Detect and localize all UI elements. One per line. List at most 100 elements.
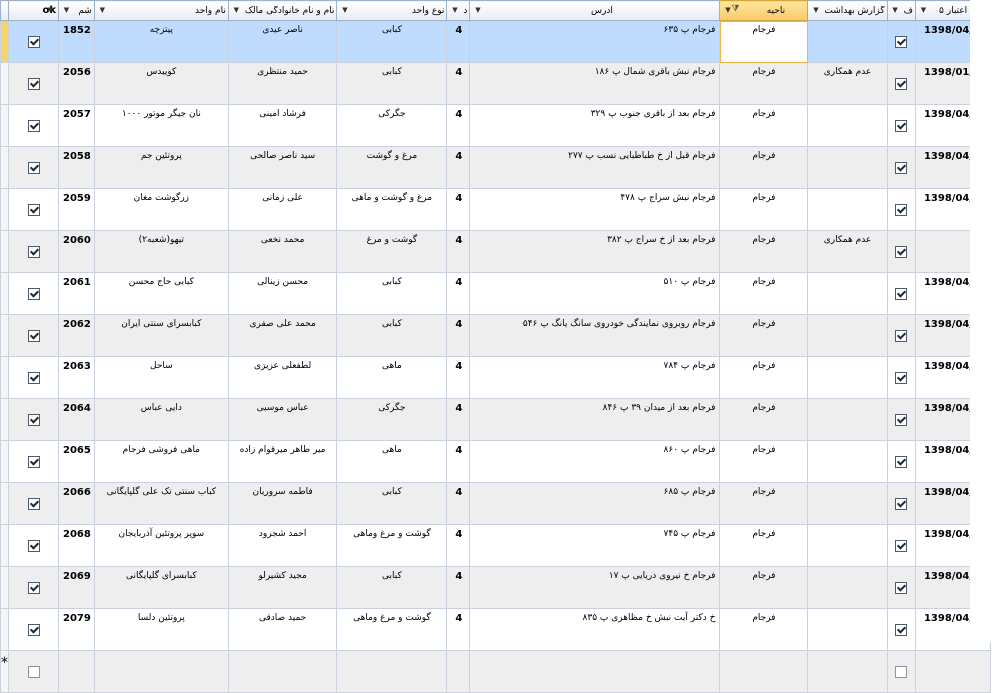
address-cell[interactable]: خ دکتر آیت نبش خ مظاهری پ ۸۳۵ [469, 608, 721, 651]
owner-cell[interactable]: فاطمه سروریان [227, 482, 338, 525]
address-cell[interactable]: فرجام روبروی نمایندگی خودروی سانگ یانگ پ… [469, 314, 721, 357]
area-cell[interactable]: فرجام [719, 146, 809, 189]
flag-checkbox[interactable] [895, 539, 908, 552]
column-header-unit-name[interactable]: ▼ نام واحد [93, 0, 229, 21]
area-cell[interactable]: فرجام [719, 524, 809, 567]
unit-type-cell[interactable]: ماهی [336, 440, 448, 483]
id-cell[interactable]: 2062 [58, 314, 95, 357]
id-cell[interactable]: 2065 [58, 440, 95, 483]
record-selector[interactable] [0, 608, 9, 651]
flag-checkbox[interactable] [895, 581, 908, 594]
unit-name-cell[interactable]: کبابی حاج محسن [93, 272, 229, 315]
id-cell[interactable]: 2060 [58, 230, 95, 273]
new-record-row[interactable]: * [0, 650, 991, 693]
table-row[interactable]: 2060 تیهو(شعبه۲) محمد نخعی گوشت و مرغ 4 فرجام… [0, 230, 991, 273]
area-cell[interactable]: فرجام [719, 62, 809, 105]
ok-cell[interactable] [8, 20, 59, 63]
empty-cell[interactable] [469, 650, 721, 693]
ok-checkbox[interactable] [27, 665, 40, 678]
owner-cell[interactable]: عباس موسیی [227, 398, 338, 441]
record-selector[interactable] [0, 20, 9, 63]
ok-cell[interactable] [8, 188, 59, 231]
unit-type-cell[interactable]: کبابی [336, 62, 448, 105]
report-cell[interactable]: عدم همکاری [807, 230, 888, 273]
unit-type-cell[interactable]: گوشت و مرغ وماهی [336, 608, 448, 651]
chevron-down-icon[interactable]: ▼ [890, 4, 901, 15]
flag-cell[interactable] [886, 356, 916, 399]
ok-cell[interactable] [8, 272, 59, 315]
table-row[interactable]: 2059 زرگوشت مغان علی زمانی مرغ و گوشت و ماه… [0, 188, 991, 231]
ok-checkbox[interactable] [27, 329, 40, 342]
id-cell[interactable]: 2058 [58, 146, 95, 189]
owner-cell[interactable]: میر طاهر میرقوام زاده [227, 440, 338, 483]
area-cell[interactable]: فرجام [719, 482, 809, 525]
ok-checkbox[interactable] [27, 371, 40, 384]
unit-type-cell[interactable]: مرغ و گوشت و ماهی [336, 188, 448, 231]
ok-checkbox[interactable] [27, 287, 40, 300]
column-header-grade[interactable]: ▼ د [446, 0, 471, 21]
column-header-number[interactable]: ▼ شم [58, 0, 95, 21]
id-cell[interactable]: 2056 [58, 62, 95, 105]
unit-name-cell[interactable]: کبابسرای سنتی ایران [93, 314, 229, 357]
record-selector[interactable] [0, 398, 9, 441]
table-row[interactable]: 2058 پروتئین جم سید ناصر صالحی مرغ و گوشت 4 ف… [0, 146, 991, 189]
report-cell[interactable] [807, 188, 888, 231]
unit-type-cell[interactable]: کبابی [336, 314, 448, 357]
grade-cell[interactable]: 4 [446, 146, 471, 189]
id-cell[interactable]: 2068 [58, 524, 95, 567]
unit-type-cell[interactable]: کبابی [336, 272, 448, 315]
ok-checkbox[interactable] [27, 77, 40, 90]
unit-name-cell[interactable]: پروتئین دلسا [93, 608, 229, 651]
unit-type-cell[interactable]: کبابی [336, 20, 448, 63]
flag-checkbox[interactable] [895, 35, 908, 48]
owner-cell[interactable]: مجید کشیرلو [227, 566, 338, 609]
owner-cell[interactable]: علی زمانی [227, 188, 338, 231]
column-header-ok[interactable]: ok ▼ [8, 0, 59, 21]
flag-cell[interactable] [886, 398, 916, 441]
grade-cell[interactable]: 4 [446, 104, 471, 147]
ok-cell[interactable] [8, 524, 59, 567]
unit-name-cell[interactable]: دایی عباس [93, 398, 229, 441]
address-cell[interactable]: فرجام قبل از خ طباطبایی نسب پ ۲۷۷ [469, 146, 721, 189]
table-row[interactable]: 2056 کوییدس حمید منتظری کبابی 4 فرجام نبش باق… [0, 62, 991, 105]
area-cell[interactable]: فرجام [719, 356, 809, 399]
record-selector[interactable] [0, 62, 9, 105]
ok-checkbox[interactable] [27, 119, 40, 132]
column-header-area[interactable]: ▼ ⧩ ناحیه [719, 0, 809, 21]
flag-checkbox[interactable] [895, 497, 908, 510]
address-cell[interactable]: فرجام خ نیروی دریایی پ ۱۷ [469, 566, 721, 609]
ok-checkbox[interactable] [27, 497, 40, 510]
table-row[interactable]: 2069 کبابسرای گلپایگانی مجید کشیرلو کبابی 4 ف… [0, 566, 991, 609]
id-cell[interactable]: 2061 [58, 272, 95, 315]
ok-checkbox[interactable] [27, 623, 40, 636]
area-cell[interactable]: فرجام [719, 104, 809, 147]
owner-cell[interactable]: محمد علی صفری [227, 314, 338, 357]
flag-cell[interactable] [886, 314, 916, 357]
table-row[interactable]: 2068 سوپر پروتئین آذربایجان احمد شجرود گوشت… [0, 524, 991, 567]
ok-checkbox[interactable] [27, 455, 40, 468]
report-cell[interactable] [807, 482, 888, 525]
ok-cell[interactable] [8, 650, 59, 693]
record-selector[interactable] [0, 188, 9, 231]
ok-checkbox[interactable] [27, 539, 40, 552]
grade-cell[interactable]: 4 [446, 608, 471, 651]
chevron-down-icon[interactable]: ▼ [97, 4, 108, 15]
report-cell[interactable] [807, 272, 888, 315]
column-header-report[interactable]: ▼ گزارش بهداشت [807, 0, 888, 21]
grade-cell[interactable]: 4 [446, 188, 471, 231]
report-cell[interactable] [807, 356, 888, 399]
flag-cell[interactable] [886, 188, 916, 231]
unit-type-cell[interactable]: جگرکی [336, 104, 448, 147]
table-row[interactable]: 2057 نان جیگر موتور ۱۰۰۰ فرشاد امینی جگرکی 4… [0, 104, 991, 147]
flag-checkbox[interactable] [895, 329, 908, 342]
grade-cell[interactable]: 4 [446, 524, 471, 567]
chevron-down-icon[interactable]: ▼ [61, 4, 72, 15]
flag-checkbox[interactable] [895, 287, 908, 300]
record-selector[interactable] [0, 230, 9, 273]
chevron-down-icon[interactable]: ▼ [918, 4, 929, 15]
record-selector[interactable] [0, 566, 9, 609]
unit-name-cell[interactable]: ماهی فروشی فرجام [93, 440, 229, 483]
ok-cell[interactable] [8, 230, 59, 273]
table-row[interactable]: 2066 کباب سنتی تک علی گلپایگانی فاطمه سرور… [0, 482, 991, 525]
grade-cell[interactable]: 4 [446, 62, 471, 105]
